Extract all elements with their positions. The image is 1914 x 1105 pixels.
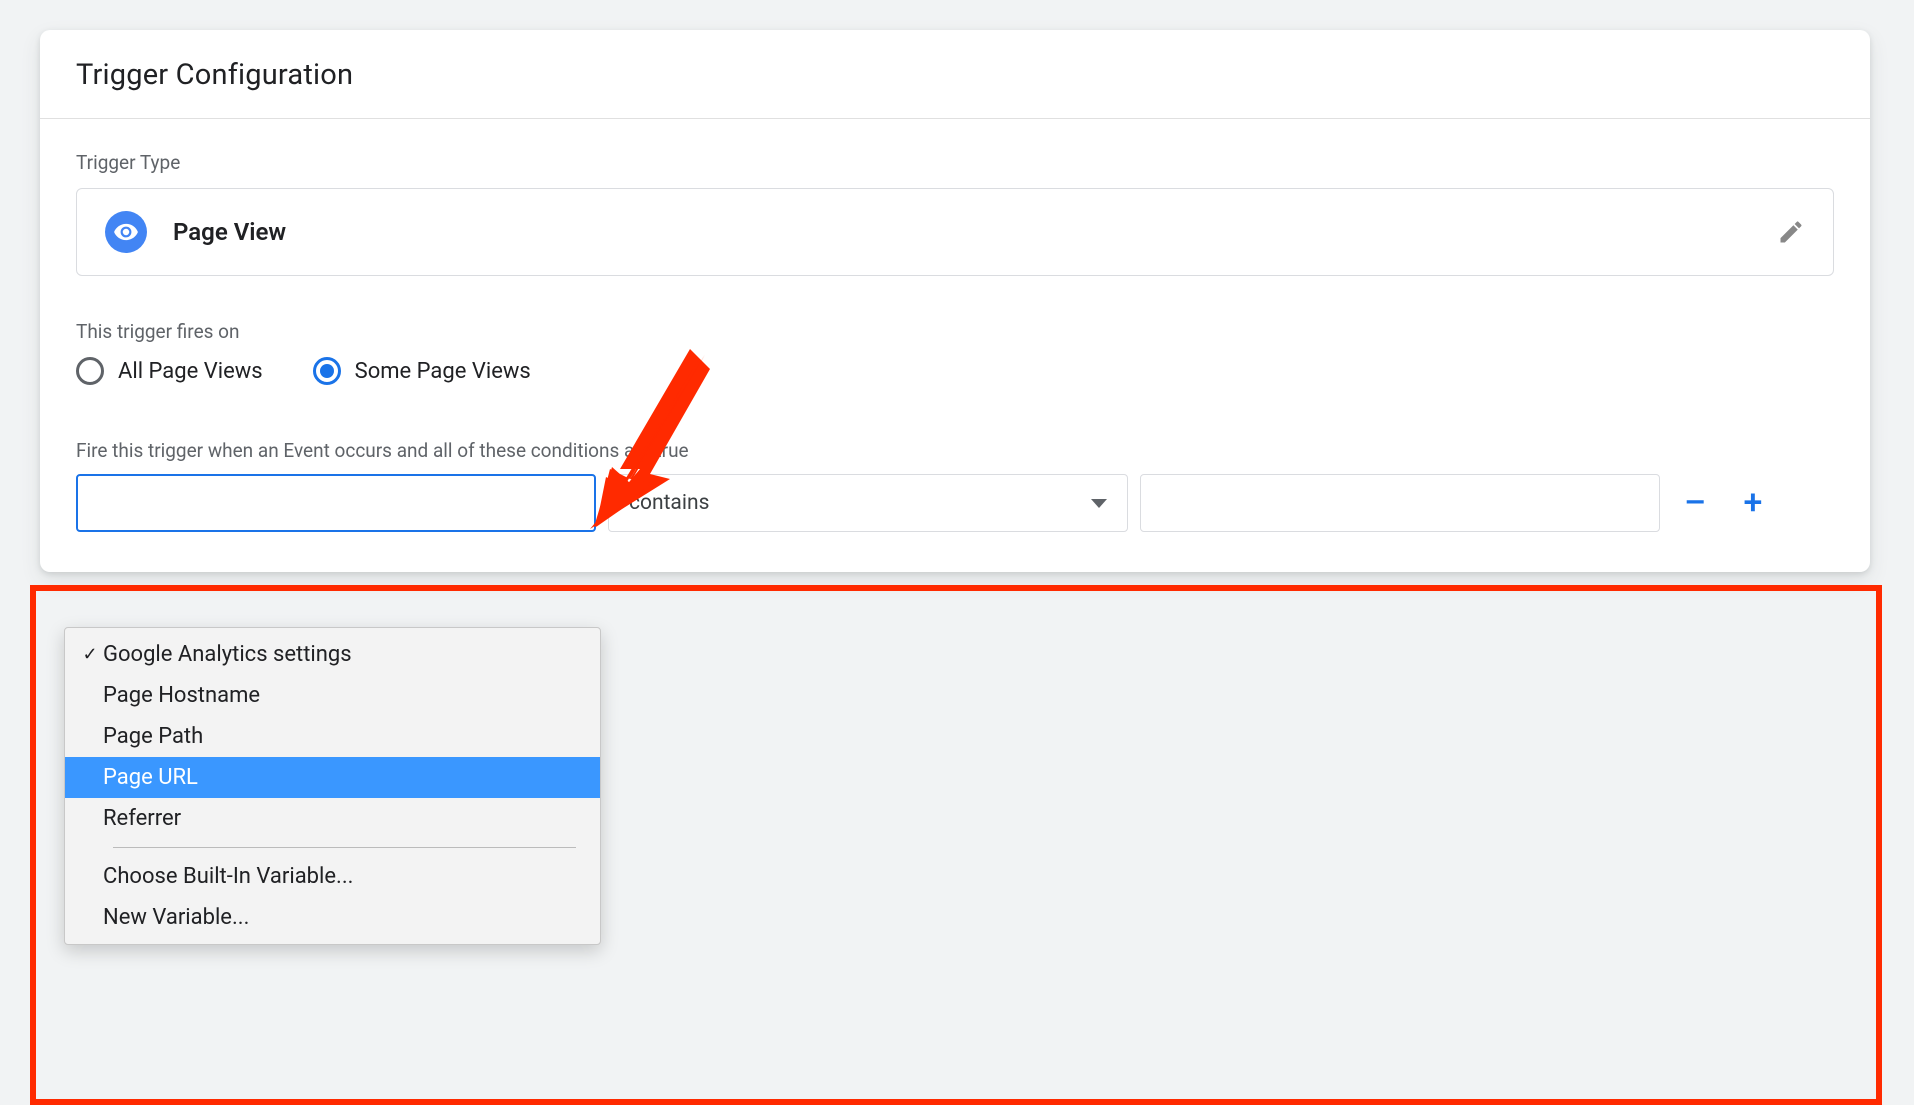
- dropdown-option-label: Choose Built-In Variable...: [103, 864, 353, 889]
- dropdown-option-page-hostname[interactable]: Page Hostname: [65, 675, 600, 716]
- dropdown-option-page-url[interactable]: Page URL: [65, 757, 600, 798]
- dropdown-separator: [113, 847, 576, 848]
- trigger-config-card: Trigger Configuration Trigger Type Page …: [40, 30, 1870, 572]
- dropdown-option-label: Page Hostname: [103, 683, 260, 708]
- dropdown-option-ga-settings[interactable]: ✓ Google Analytics settings: [65, 634, 600, 675]
- trigger-type-name: Page View: [173, 218, 286, 246]
- fires-on-radio-group: All Page Views Some Page Views: [76, 357, 1834, 385]
- edit-icon[interactable]: [1777, 218, 1805, 246]
- dropdown-choose-builtin[interactable]: Choose Built-In Variable...: [65, 856, 600, 897]
- radio-all-page-views[interactable]: All Page Views: [76, 357, 263, 385]
- card-body: Trigger Type Page View This trigger fire…: [40, 119, 1870, 542]
- dropdown-option-label: Page Path: [103, 724, 203, 749]
- dropdown-option-label: New Variable...: [103, 905, 249, 930]
- conditions-section: Fire this trigger when an Event occurs a…: [76, 439, 1834, 532]
- conditions-label: Fire this trigger when an Event occurs a…: [76, 439, 1834, 462]
- radio-icon: [76, 357, 104, 385]
- trigger-type-selector[interactable]: Page View: [76, 188, 1834, 276]
- remove-condition-button[interactable]: –: [1672, 480, 1718, 526]
- dropdown-option-label: Page URL: [103, 765, 198, 790]
- dropdown-option-label: Referrer: [103, 806, 181, 831]
- radio-icon: [313, 357, 341, 385]
- condition-row: contains – +: [76, 474, 1834, 532]
- radio-some-page-views[interactable]: Some Page Views: [313, 357, 531, 385]
- dropdown-option-referrer[interactable]: Referrer: [65, 798, 600, 839]
- operator-select[interactable]: contains: [608, 474, 1128, 532]
- variable-select[interactable]: [76, 474, 596, 532]
- condition-value-input[interactable]: [1140, 474, 1660, 532]
- card-title: Trigger Configuration: [40, 30, 1870, 118]
- operator-value: contains: [629, 491, 709, 515]
- chevron-down-icon: [1091, 499, 1107, 508]
- radio-label: All Page Views: [118, 359, 263, 384]
- fires-on-label: This trigger fires on: [76, 320, 1834, 343]
- add-condition-button[interactable]: +: [1730, 480, 1776, 526]
- variable-dropdown: ✓ Google Analytics settings Page Hostnam…: [64, 627, 601, 945]
- trigger-type-label: Trigger Type: [76, 151, 1834, 174]
- dropdown-option-label: Google Analytics settings: [103, 642, 352, 667]
- page-view-icon: [105, 211, 147, 253]
- check-icon: ✓: [77, 644, 103, 665]
- dropdown-option-page-path[interactable]: Page Path: [65, 716, 600, 757]
- trigger-type-left: Page View: [105, 211, 286, 253]
- radio-label: Some Page Views: [355, 359, 531, 384]
- dropdown-new-variable[interactable]: New Variable...: [65, 897, 600, 938]
